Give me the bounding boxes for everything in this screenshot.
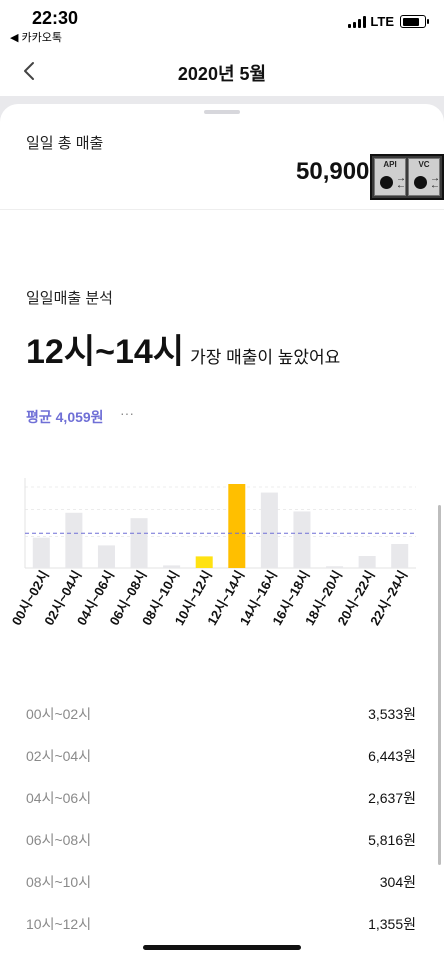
bar-08시~10시 [163,565,181,568]
list-item: 04시~06시 2,637원 [0,786,444,810]
peak-headline: 12시~14시 가장 매출이 높았어요 [26,324,340,373]
list-item-amount: 6,443원 [368,748,416,764]
battery-icon [400,15,429,28]
list-item-time-range: 00시~02시 [26,706,92,722]
bar-06시~08시 [130,518,148,568]
daily-total-value: 50,900 [296,158,370,185]
list-item-time-range: 10시~12시 [26,916,92,932]
list-item-amount: 2,637원 [368,790,416,806]
list-item: 02시~04시 6,443원 [0,744,444,768]
bar-02시~04시 [65,512,83,568]
daily-total-label: 일일 총 매출 [26,135,104,152]
list-item-amount: 304원 [379,874,416,890]
hourly-sales-chart: 00시~02시02시~04시04시~06시06시~08시08시~10시10시~1… [9,478,416,628]
analysis-label: 일일매출 분석 [26,290,113,307]
list-item: 10시~12시 1,355원 [0,912,444,936]
vc-overlay-label: VC [418,160,430,169]
api-overlay-button[interactable]: API → ← [374,158,406,196]
list-item-amount: 3,533원 [368,706,416,722]
list-item-amount: 1,355원 [368,916,416,932]
bar-20시~22시 [358,556,376,568]
back-to-app-link[interactable]: ◀ 카카오톡 [10,29,62,45]
average-label: 평균 4,059원 [26,409,104,425]
nav-bar: 2020년 5월 [0,44,444,100]
home-indicator[interactable] [143,945,301,950]
swap-arrows-icon: → ← [396,173,406,191]
bar-18시~20시 [326,566,344,568]
sheet-drag-handle[interactable] [204,110,240,114]
more-options-button[interactable]: ··· [120,405,134,421]
accessibility-overlay: API → ← VC → ← [370,154,444,200]
bar-16시~18시 [293,511,311,568]
scrollbar[interactable] [438,505,441,865]
list-item-time-range: 06시~08시 [26,832,92,848]
list-item: 06시~08시 5,816원 [0,828,444,852]
signal-icon [348,15,367,28]
list-item: 08시~10시 304원 [0,870,444,894]
swap-arrows-icon: → ← [430,173,440,191]
list-item: 00시~02시 3,533원 [0,702,444,726]
record-icon [380,176,393,189]
record-icon [414,176,427,189]
status-time: 22:30 [32,8,79,28]
bar-04시~06시 [97,545,115,568]
peak-range: 12시~14시 [26,333,185,371]
bar-10시~12시 [195,556,213,568]
bar-12시~14시 [228,484,246,568]
bar-00시~02시 [32,537,50,568]
list-item-amount: 5,816원 [368,832,416,848]
list-item-time-range: 02시~04시 [26,748,92,764]
page-title: 2020년 5월 [177,64,267,84]
status-indicators: LTE [348,14,429,29]
list-item-time-range: 08시~10시 [26,874,92,890]
bar-22시~24시 [391,544,409,568]
section-divider [0,209,444,210]
api-overlay-label: API [383,160,397,169]
bar-14시~16시 [260,492,278,568]
status-bar: 22:30 ◀ 카카오톡 LTE [0,0,444,44]
peak-description: 가장 매출이 높았어요 [190,348,341,367]
network-type: LTE [370,14,394,29]
list-item-time-range: 04시~06시 [26,790,92,806]
vc-overlay-button[interactable]: VC → ← [408,158,440,196]
